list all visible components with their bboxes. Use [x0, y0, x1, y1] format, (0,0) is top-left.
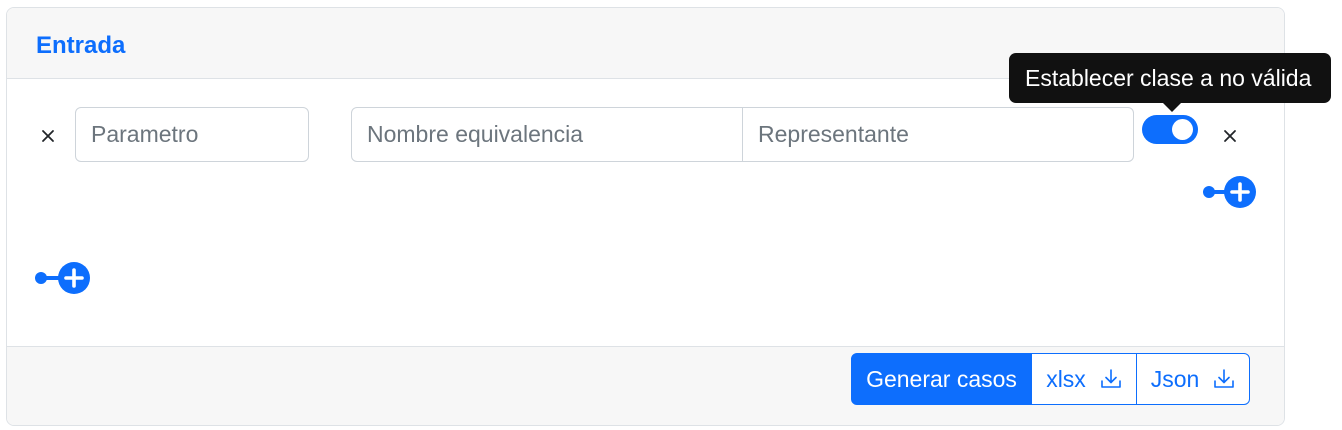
- remove-class-button[interactable]: [1217, 123, 1243, 149]
- generate-cases-button[interactable]: Generar casos: [851, 353, 1032, 405]
- download-xlsx-button[interactable]: xlsx: [1031, 353, 1137, 405]
- add-circle-icon: [35, 262, 90, 294]
- remove-parameter-button[interactable]: [35, 123, 61, 149]
- valid-class-toggle[interactable]: [1142, 115, 1198, 144]
- toggle-tooltip: Establecer clase a no válida: [1009, 53, 1331, 103]
- representative-input[interactable]: [742, 107, 1134, 162]
- download-icon: [1214, 369, 1235, 388]
- add-parameter-button[interactable]: [32, 261, 92, 297]
- toggle-knob: [1172, 119, 1193, 140]
- add-circle-icon: [1203, 176, 1256, 208]
- close-icon: [1224, 130, 1236, 142]
- download-icon: [1101, 369, 1121, 388]
- download-json-button[interactable]: Json: [1136, 353, 1250, 405]
- card-title: Entrada: [36, 32, 126, 59]
- generate-cases-label: Generar casos: [866, 365, 1017, 392]
- add-class-button[interactable]: [1200, 175, 1260, 211]
- json-label: Json: [1150, 365, 1200, 392]
- footer-button-group: Generar casos xlsx Json: [851, 353, 1250, 405]
- close-icon: [42, 130, 54, 142]
- xlsx-label: xlsx: [1046, 365, 1086, 392]
- equivalence-name-input[interactable]: [351, 107, 743, 162]
- tooltip-arrow: [1163, 103, 1181, 112]
- parameter-input[interactable]: [75, 107, 309, 162]
